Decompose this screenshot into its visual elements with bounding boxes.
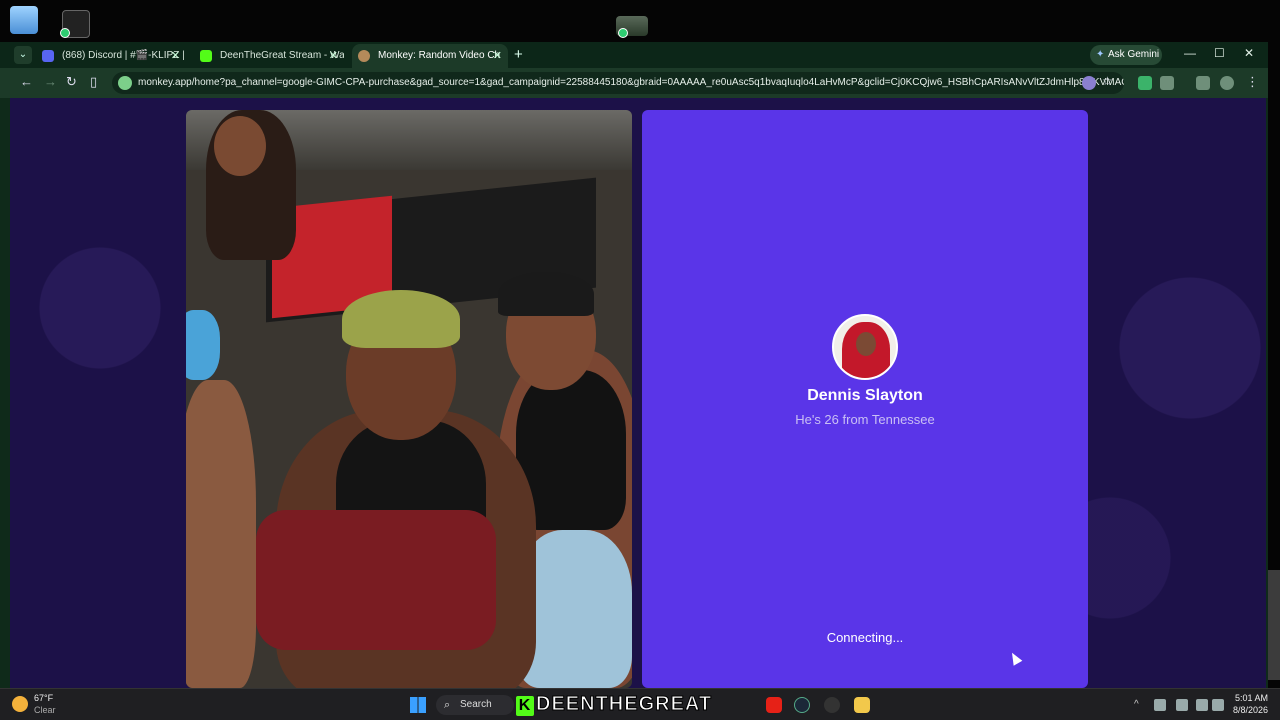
match-card: Dennis Slayton He's 26 from Tennessee Co… [642,110,1088,688]
taskbar-search[interactable]: ⌕ Search [436,695,514,715]
kick-logo-icon: K [516,696,534,716]
gemini-sparkle-icon: ✦ [1096,49,1105,60]
tab-label: DeenTheGreat Stream - Watch [220,50,344,61]
address-bar[interactable]: monkey.app/home?pa_channel=google-GIMC-C… [112,72,1124,94]
clock-time[interactable]: 5:01 AM [1232,693,1268,703]
weather-condition[interactable]: Clear [34,705,56,715]
new-tab-icon[interactable]: + [514,46,523,63]
ask-gemini-button[interactable]: ✦ Ask Gemini [1090,45,1162,65]
tab-kick-stream[interactable]: DeenTheGreat Stream - Watch ✕ [194,44,344,68]
avatar-face [856,332,876,356]
steam-icon[interactable] [794,697,810,713]
media-controls-icon[interactable] [1196,76,1210,90]
stream-overlay-text: DEENTHEGREAT [535,693,713,716]
match-name: Dennis Slayton [807,387,923,404]
site-info-icon[interactable] [118,76,132,90]
close-tab-icon[interactable]: ✕ [329,44,338,68]
video-person-durag [342,290,460,348]
tab-monkey[interactable]: Monkey: Random Video Ch ✕ [352,44,508,68]
youtube-icon[interactable] [766,697,782,713]
sync-check-icon [618,28,628,38]
reload-icon[interactable]: ↻ [66,74,77,90]
monkey-page: Dennis Slayton He's 26 from Tennessee Co… [10,98,1266,688]
monkey-favicon-icon [358,50,370,62]
stream-overlay-logo: K DEENTHEGREAT [516,692,766,716]
file-explorer-icon[interactable] [854,697,870,713]
search-label: Search [460,699,492,710]
extension-badge-icon[interactable] [1138,76,1152,90]
windows-start-icon[interactable] [410,697,426,713]
browser-window: ⌄ (868) Discord | #🎬-KLIPZ | &⁠⁠ ✕ DeenT… [0,42,1268,688]
extension-icon[interactable] [1082,76,1096,90]
ask-gemini-label: Ask Gemini [1108,49,1160,60]
video-person-hoodie [256,510,496,650]
tab-search-chevron-icon[interactable]: ⌄ [14,46,32,64]
match-avatar[interactable] [832,314,898,380]
video-person-cap [498,272,594,316]
background-window-edge [1268,570,1280,680]
self-video-feed [186,110,632,688]
close-tab-icon[interactable]: ✕ [493,44,502,68]
maximize-icon[interactable]: ☐ [1214,46,1225,60]
weather-moon-icon[interactable] [12,696,28,712]
kick-favicon-icon [200,50,212,62]
network-icon[interactable] [1196,699,1208,711]
minimize-icon[interactable]: — [1184,46,1196,60]
video-person-cap [186,310,220,380]
search-icon: ⌕ [444,699,451,711]
tab-bar: ⌄ (868) Discord | #🎬-KLIPZ | &⁠⁠ ✕ DeenT… [0,42,1268,68]
close-window-icon[interactable]: ✕ [1244,46,1254,60]
video-person [186,380,256,688]
menu-kebab-icon[interactable]: ⋮ [1246,74,1259,90]
tab-label: (868) Discord | #🎬-KLIPZ | &⁠⁠ [62,50,186,61]
extensions-puzzle-icon[interactable] [1160,76,1174,90]
url-text: monkey.app/home?pa_channel=google-GIMC-C… [138,77,1124,88]
bookmark-star-icon[interactable]: ☆ [1102,74,1113,88]
profile-avatar-icon[interactable] [1220,76,1234,90]
close-tab-icon[interactable]: ✕ [171,44,180,68]
video-person-head [214,116,266,176]
taskbar: 67°F Clear ⌕ Search K DEENTHEGREAT ^ 5:01… [0,688,1280,720]
connection-status: Connecting... [826,630,904,645]
weather-temperature[interactable]: 67°F [34,693,53,703]
tray-overflow-chevron-icon[interactable]: ^ [1134,699,1146,711]
browser-toolbar: ← → ↻ ▯ monkey.app/home?pa_channel=googl… [0,68,1268,98]
recycle-bin-icon[interactable] [10,6,38,34]
volume-icon[interactable] [1212,699,1224,711]
tab-label: Monkey: Random Video Ch [378,50,501,61]
microphone-icon[interactable] [1176,699,1188,711]
tab-discord[interactable]: (868) Discord | #🎬-KLIPZ | &⁠⁠ ✕ [36,44,186,68]
sync-check-icon [60,28,70,38]
match-subtitle: He's 26 from Tennessee [795,412,935,427]
discord-favicon-icon [42,50,54,62]
onedrive-icon[interactable] [1154,699,1166,711]
split-view-icon[interactable]: ▯ [90,74,97,90]
back-arrow-icon[interactable]: ← [20,74,33,89]
forward-arrow-icon[interactable]: → [44,74,57,89]
obs-icon[interactable] [824,697,840,713]
clock-date[interactable]: 8/8/2026 [1230,705,1268,715]
